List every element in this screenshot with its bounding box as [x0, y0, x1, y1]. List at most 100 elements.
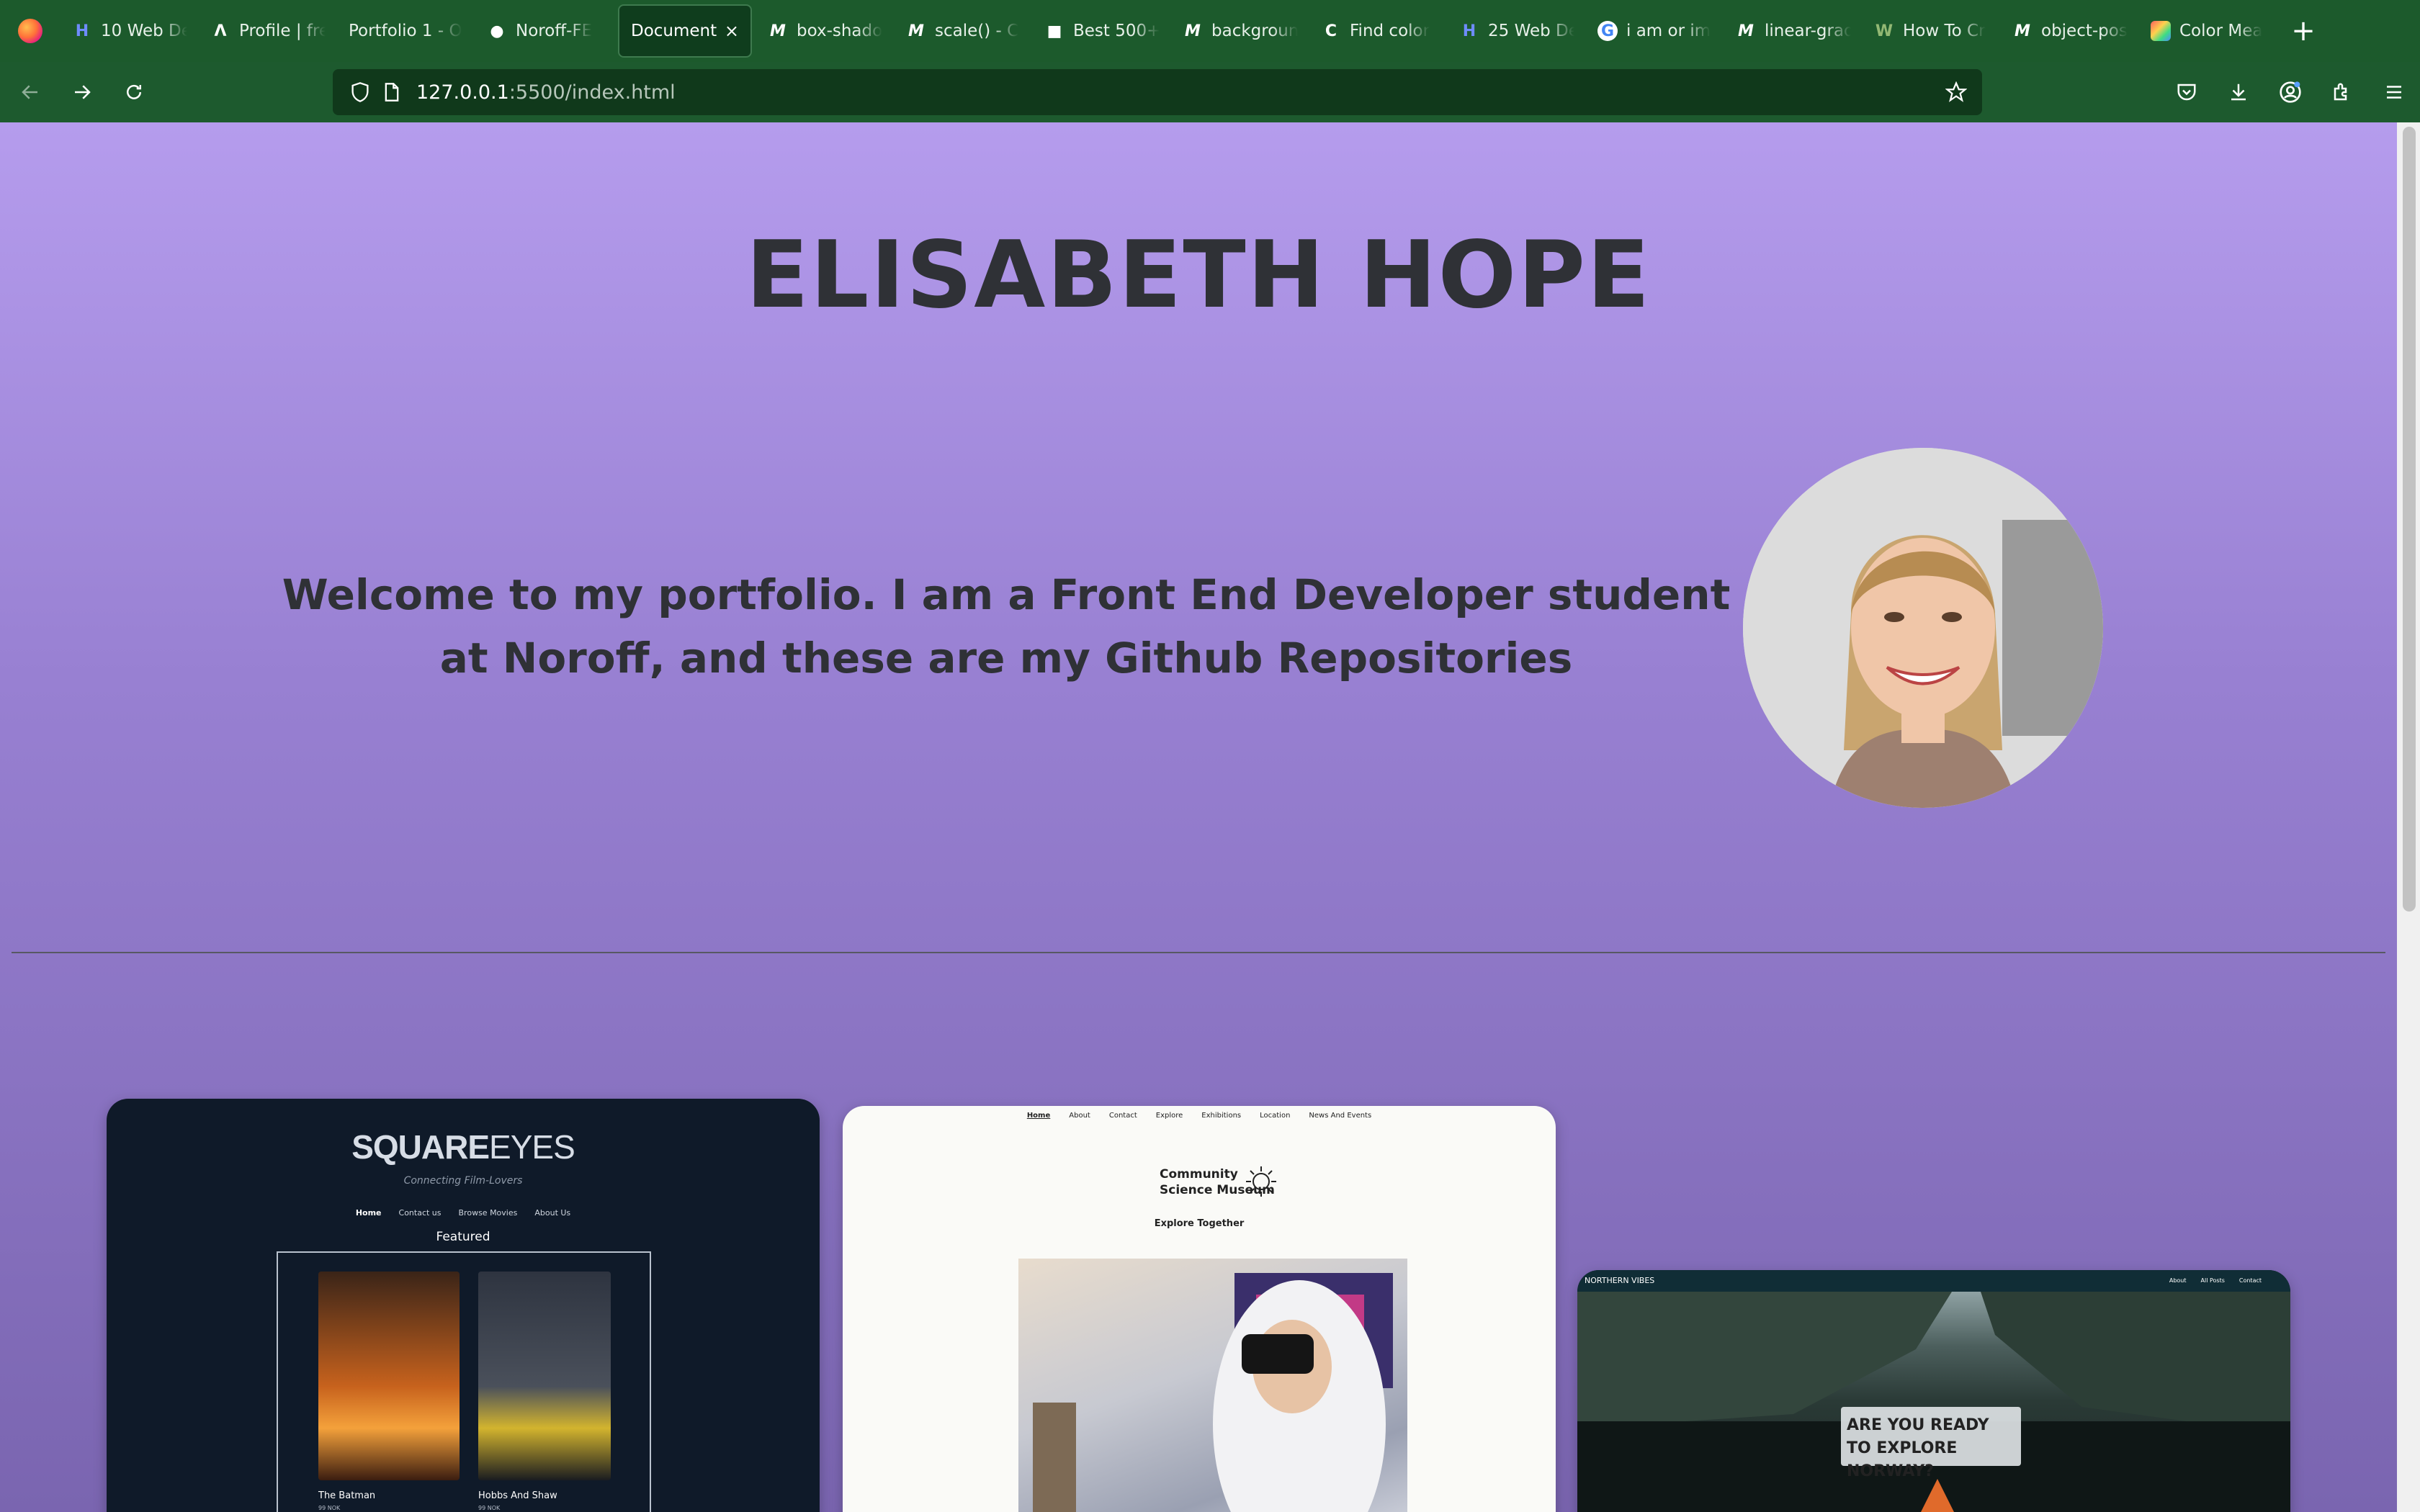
- downloads-icon[interactable]: [2213, 71, 2264, 114]
- nav-home: Home: [355, 1208, 382, 1218]
- page-title: ELISABETH HOPE: [745, 222, 1652, 329]
- sun-icon: [1246, 1166, 1276, 1197]
- extensions-icon[interactable]: [2316, 71, 2368, 114]
- featured-box: The Batman 99 NOK Hobbs And Shaw 99 NOK: [277, 1251, 651, 1512]
- firefox-icon[interactable]: [0, 0, 60, 62]
- tab-title: How To Cr: [1903, 22, 1986, 40]
- tab-title: Color Mea: [2179, 22, 2263, 40]
- tab-title: linear-grad: [1765, 22, 1851, 40]
- mdn-icon: M: [1185, 22, 1201, 40]
- tab-title: scale() - C: [935, 22, 1019, 40]
- tab-12[interactable]: Mlinear-grad: [1724, 4, 1863, 58]
- color-meaning-icon: [2151, 21, 2171, 41]
- tab-title: i am or im: [1626, 22, 1711, 40]
- nav-about: About Us: [534, 1208, 571, 1218]
- tab-11[interactable]: Gi am or im: [1586, 4, 1724, 58]
- fjord-photo: ARE YOU READY TO EXPLORE NORWAY?: [1577, 1292, 2290, 1512]
- tab-title: Find color: [1350, 22, 1430, 40]
- page-icon: [376, 82, 408, 102]
- featured-heading: Featured: [436, 1230, 490, 1244]
- poster-hobbs-shaw: [478, 1272, 611, 1480]
- nav-exhibitions: Exhibitions: [1201, 1112, 1242, 1120]
- divider: [12, 952, 2385, 953]
- menu-icon[interactable]: [2368, 71, 2420, 114]
- close-tab-icon[interactable]: ×: [725, 21, 739, 41]
- mdn-icon: M: [770, 22, 786, 40]
- nav-about: About: [1069, 1112, 1090, 1120]
- movie-price: 99 NOK: [478, 1505, 501, 1511]
- forward-button[interactable]: [60, 71, 104, 114]
- shield-icon[interactable]: [344, 81, 376, 103]
- unsplash-icon: ■: [1047, 22, 1062, 40]
- tab-2[interactable]: Portfolio 1 - O: [337, 4, 475, 58]
- bookmark-star-icon[interactable]: [1940, 76, 1972, 108]
- tab-3[interactable]: ● Noroff-FE: [475, 4, 614, 58]
- tab-title: Portfolio 1 - O: [349, 22, 462, 40]
- tab-9[interactable]: C Find color: [1309, 4, 1448, 58]
- avatar: [1743, 448, 2103, 808]
- scrollbar-thumb[interactable]: [2403, 127, 2416, 912]
- northern-vibes-header: NORTHERN VIBES About All Posts Contact: [1577, 1270, 2290, 1292]
- movie-title: Hobbs And Shaw: [478, 1490, 557, 1501]
- square-eyes-logo: SQUAREEYES: [351, 1128, 575, 1166]
- reload-button[interactable]: [112, 71, 156, 114]
- northern-vibes-nav: About All Posts Contact: [2169, 1277, 2262, 1284]
- account-icon[interactable]: [2264, 71, 2316, 114]
- tab-title: backgroun: [1211, 22, 1298, 40]
- project-card-museum[interactable]: Home About Contact Explore Exhibitions L…: [843, 1106, 1556, 1512]
- wikihow-icon: W: [1875, 22, 1894, 40]
- freecodecamp-icon: Λ: [214, 22, 227, 40]
- tab-5[interactable]: Mbox-shado: [756, 4, 895, 58]
- back-arrow-icon: [22, 85, 37, 99]
- nav-news: News And Events: [1309, 1112, 1372, 1120]
- tab-strip: H 10 Web De Λ Profile | fre Portfolio 1 - O ●…: [0, 0, 2420, 62]
- project-card-square-eyes[interactable]: SQUAREEYES Connecting Film-Lovers Home C…: [107, 1099, 820, 1512]
- tab-1[interactable]: Λ Profile | fre: [199, 4, 337, 58]
- tab-title: 10 Web De: [101, 22, 187, 40]
- tab-13[interactable]: W How To Cr: [1863, 4, 2001, 58]
- nav-contact: Contact: [2238, 1277, 2262, 1284]
- museum-nav: Home About Contact Explore Exhibitions L…: [843, 1112, 1556, 1120]
- nav-home: Home: [1026, 1112, 1051, 1120]
- welcome-text: Welcome to my portfolio. I am a Front En…: [282, 570, 1731, 683]
- tab-4[interactable]: Document ×: [618, 4, 752, 58]
- tab-title: Document: [631, 22, 717, 40]
- url-path: :5500/index.html: [508, 81, 676, 104]
- mdn-icon: M: [908, 22, 924, 40]
- tab-15[interactable]: Color Mea: [2139, 4, 2277, 58]
- cta-banner: ARE YOU READY TO EXPLORE NORWAY?: [1841, 1407, 2021, 1480]
- mdn-icon: M: [1738, 22, 1754, 40]
- movie-price: 99 NOK: [318, 1505, 341, 1511]
- colorhunt-icon: C: [1325, 22, 1337, 40]
- museum-hero-photo: [1018, 1259, 1407, 1512]
- back-button[interactable]: [9, 71, 52, 114]
- nav-contact: Contact: [1108, 1112, 1137, 1120]
- tab-6[interactable]: Mscale() - C: [895, 4, 1033, 58]
- new-tab-button[interactable]: +: [2282, 9, 2325, 53]
- google-icon: G: [1597, 21, 1618, 41]
- mdn-icon: M: [2015, 22, 2030, 40]
- square-eyes-tagline: Connecting Film-Lovers: [403, 1175, 523, 1187]
- tab-title: Noroff-FE: [516, 22, 593, 40]
- tab-8[interactable]: Mbackgroun: [1171, 4, 1309, 58]
- project-card-northern-vibes[interactable]: NORTHERN VIBES About All Posts Contact A…: [1577, 1270, 2290, 1512]
- pocket-icon[interactable]: [2161, 71, 2213, 114]
- tab-title: 25 Web De: [1488, 22, 1574, 40]
- nav-contact: Contact us: [398, 1208, 442, 1218]
- tab-title: Profile | fre: [239, 22, 326, 40]
- url-bar[interactable]: 127.0.0.1:5500/index.html: [333, 69, 1982, 115]
- forward-arrow-icon: [75, 85, 91, 99]
- tab-0[interactable]: H 10 Web De: [60, 4, 199, 58]
- movie-title: The Batman: [318, 1490, 376, 1501]
- tab-7[interactable]: ■ Best 500+: [1033, 4, 1171, 58]
- museum-tagline: Explore Together: [1154, 1218, 1245, 1229]
- tab-14[interactable]: Mobject-pos: [2001, 4, 2139, 58]
- nav-about: About: [2169, 1277, 2187, 1284]
- hashnode-icon: H: [1462, 22, 1476, 40]
- tab-title: box-shado: [797, 22, 883, 40]
- poster-batman: [318, 1272, 460, 1480]
- tab-title: Best 500+: [1073, 22, 1160, 40]
- navigation-toolbar: 127.0.0.1:5500/index.html: [0, 62, 2420, 122]
- github-icon: ●: [490, 22, 504, 40]
- tab-10[interactable]: H 25 Web De: [1448, 4, 1586, 58]
